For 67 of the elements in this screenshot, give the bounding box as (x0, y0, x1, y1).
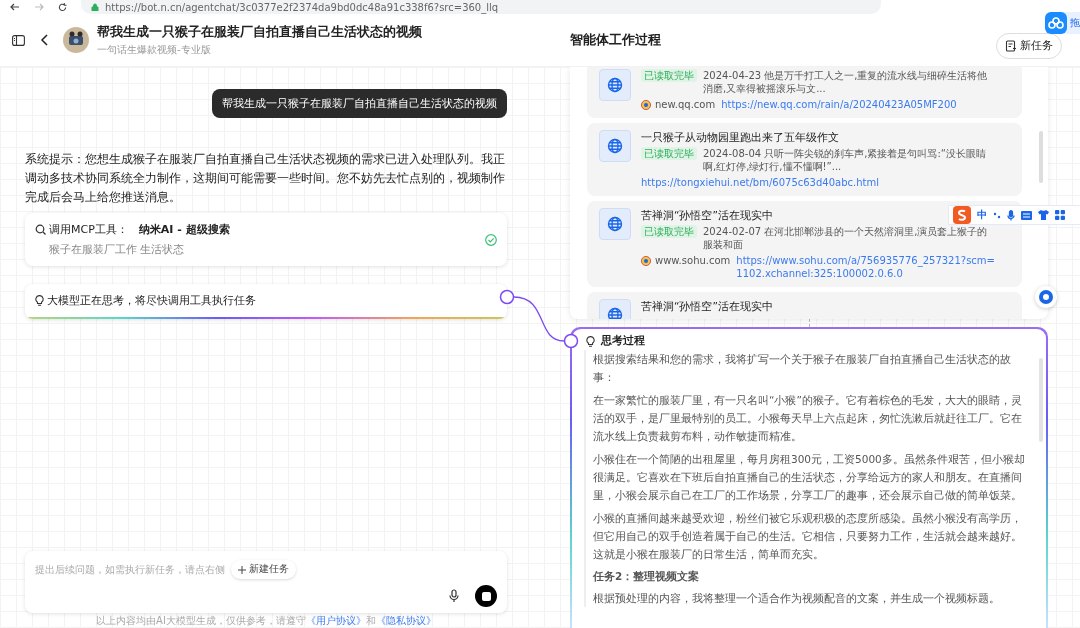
connector-line (513, 296, 565, 342)
user-message: 帮我生成一只猴子在服装厂自拍直播自己生活状态的视频 (212, 89, 507, 118)
result-title: 一只猴子从动物园里跑出来了五年级作文 (641, 130, 839, 144)
task-heading: 任务2：整理视频文案 (593, 569, 701, 584)
result-source: www.sohu.com (655, 254, 731, 267)
shirt-icon[interactable] (1038, 210, 1049, 220)
lightbulb-icon (35, 295, 44, 306)
sidebar-toggle-icon[interactable] (10, 32, 27, 48)
result-title: 苦禅洞“孙悟空”活在现实中 (641, 208, 773, 222)
result-title: 苦禅洞“孙悟空”活在现实中 (641, 299, 773, 313)
result-source: new.qq.com (655, 98, 716, 111)
result-link[interactable]: https://www.sohu.com/a/756935776_257321?scm=1102.xchannel:325:100002.0.6.0 (736, 254, 996, 280)
tool-name: 纳米AI - 超级搜索 (138, 222, 230, 237)
result-snippet: 2024-08-04 只听一阵尖锐的刹车声,紧接着是句叫骂:“没长眼睛啊,红灯停,绿灯行,懂不懂啊!”... (703, 147, 988, 173)
microphone-icon[interactable] (449, 589, 459, 603)
user-agreement-link[interactable]: 《用户协议》 (305, 615, 366, 626)
grid-icon[interactable] (1055, 210, 1065, 220)
search-result-card[interactable]: 一只猴子从动物园里跑出来了五年级作文 已读取完毕 2024-08-04 只听一阵尖锐的刹车声,紧接着是句叫骂:“没长眼睛啊,红灯停,绿灯行,懂不懂啊!”... https://tongxiehui.net/bm/6075c63d40abc.html (587, 123, 1022, 196)
thinking-paragraph: 小猴的直播间越来越受欢迎，粉丝们被它乐观积极的态度所感染。虽然小猴没有高学历，但它用自己的双手创造着属于自己的生活。它相信，只要努力工作，生活就会越来越好。这就是小猴在服装厂的日常生活，简单而充实。 (593, 511, 1023, 562)
result-snippet: 2024-04-23 他是万千打工人之一,重复的流水线与细碎生活将他消磨,又幸得被摇滚乐与文... (703, 69, 989, 95)
site-icon (641, 99, 651, 110)
keyboard-icon[interactable] (1021, 210, 1032, 220)
cloud-drive-button[interactable]: 拖 (1045, 12, 1080, 34)
result-link[interactable]: https://new.qq.com/rain/a/20240423A05MF200 (721, 98, 957, 111)
search-result-card[interactable]: 苦禅洞“孙悟空”活在现实中 (587, 292, 1022, 319)
lightbulb-icon (586, 335, 595, 347)
back-icon[interactable] (10, 3, 20, 11)
plus-icon (238, 565, 246, 574)
site-icon (641, 255, 651, 266)
punctuation-icon[interactable] (993, 211, 1001, 219)
chat-input[interactable]: 提出后续问题，如需执行新任务，请点右侧 新建任务 (25, 551, 507, 613)
cloud-icon (1048, 17, 1064, 29)
read-status-tag: 已读取完毕 (641, 147, 697, 160)
globe-icon (599, 69, 631, 101)
stop-button[interactable] (475, 585, 497, 607)
tool-call-label: 调用MCP工具： (49, 222, 128, 237)
globe-icon (599, 208, 631, 240)
thinking-title: 思考过程 (601, 334, 645, 348)
thinking-paragraph: 在一家繁忙的服装厂里，有一只名叫“小猴”的猴子。它有着棕色的毛发，大大的眼睛，灵活的双手，是厂里最特别的员工。小猴每天早上六点起床，匆忙洗漱后就赶往工厂。它在流水线上负责裁剪布料，动作敏捷而精准。 (593, 393, 1023, 444)
system-message: 系统提示：您想生成猴子在服装厂自拍直播自己生活状态视频的需求已进入处理队列。我正调动多技术协同系统全力制作，这期间可能需要一些时间。您不妨先去忙点别的，视频制作完成后会马上给您推送消息。 (25, 151, 506, 206)
panel-title: 智能体工作过程 (570, 31, 661, 49)
new-task-pill-button[interactable]: 新建任务 (231, 560, 296, 579)
disclaimer-text: 以上内容均由AI大模型生成，仅供参考，请遵守《用户协议》和《隐私协议》 (95, 614, 437, 628)
chat-title: 帮我生成一只猴子在服装厂自拍直播自己生活状态的视频 (97, 23, 422, 41)
scrollbar[interactable] (1039, 131, 1043, 183)
status-text: 大模型正在思考，将尽快调用工具执行任务 (47, 293, 256, 308)
search-icon (35, 224, 46, 235)
thinking-paragraph: 小猴住在一个简陋的出租屋里，每月房租300元，工资5000多。虽然条件艰苦，但小猴却很满足。它喜欢在下班后自拍直播自己的生活状态，分享给远方的家人和朋友。在直播间里，小猴会展示自己在工厂的工作场景，分享工厂的趣事，还会展示自己做的简单饭菜。 (593, 452, 1026, 503)
stop-icon (481, 591, 491, 601)
microphone-icon[interactable] (1007, 209, 1015, 221)
result-link[interactable]: https://tongxiehui.net/bm/6075c63d40abc.html (641, 176, 879, 189)
document-icon (1005, 40, 1017, 52)
read-status-tag: 已读取完毕 (641, 225, 697, 238)
globe-icon (599, 130, 631, 162)
ime-mode-label[interactable]: 中 (977, 208, 987, 222)
address-bar[interactable]: https://bot.n.cn/agentchat/3c0377e2f2374da9bd0dc48a91c338f6?src=360_llq (81, 0, 881, 14)
result-snippet: 2024-02-07 在河北邯郸涉县的一个天然溶洞里,演员套上猴子的服装和面 (703, 225, 989, 251)
reload-icon[interactable] (58, 2, 67, 12)
privacy-policy-link[interactable]: 《隐私协议》 (375, 615, 436, 626)
thinking-paragraph: 根据预处理的内容，我将整理一个适合作为视频配音的文案，并生成一个视频标题。 (593, 591, 1001, 606)
chat-subtitle: 一句话生爆款视频-专业版 (97, 42, 212, 57)
avatar (63, 27, 89, 53)
thinking-paragraph: 根据搜索结果和您的需求，我将扩写一个关于猴子在服装厂自拍直播自己生活状态的故事： (593, 352, 1012, 385)
new-task-button[interactable]: 新任务 (996, 33, 1062, 59)
search-query: 猴子在服装厂工作 生活状态 (48, 242, 186, 257)
search-result-card[interactable]: 已读取完毕 2024-04-23 他是万千打工人之一,重复的流水线与细碎生活将他消磨,又幸得被摇滚乐与文... new.qq.com https://new.qq.com/rain/a/20240423A05MF200 (587, 67, 1022, 118)
read-status-tag: 已读取完毕 (641, 69, 697, 82)
